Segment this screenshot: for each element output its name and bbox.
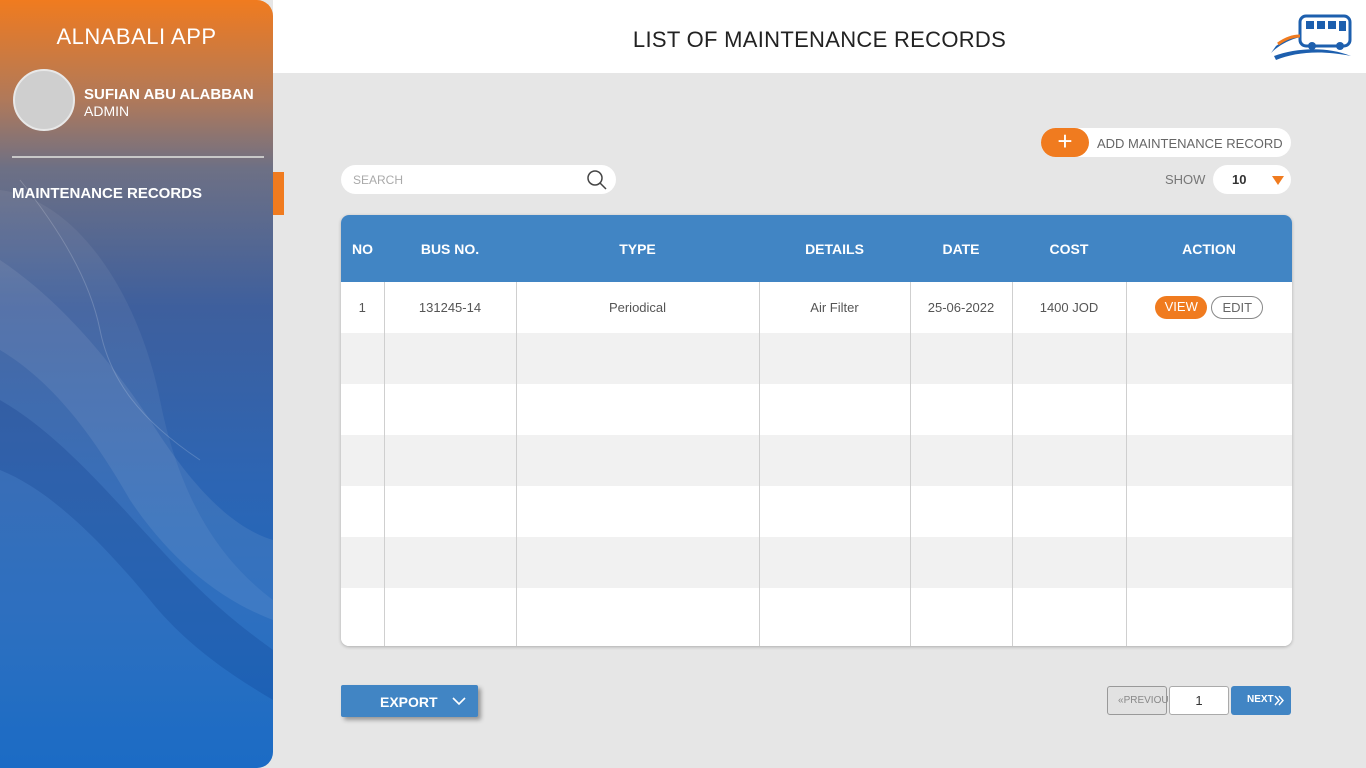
header: LIST OF MAINTENANCE RECORDS xyxy=(273,0,1366,73)
cell-details: Air Filter xyxy=(758,282,910,333)
search-box xyxy=(341,165,616,194)
export-label: EXPORT xyxy=(380,694,438,710)
cell-date: 25-06-2022 xyxy=(909,282,1012,333)
column-header-action: ACTION xyxy=(1182,240,1236,257)
edit-button[interactable]: EDIT xyxy=(1211,296,1264,319)
dropdown-arrow-icon xyxy=(1272,176,1284,185)
page-size-select[interactable]: 10 xyxy=(1213,165,1291,194)
table-header-row: NO BUS NO. TYPE DETAILS DATE COST ACTION xyxy=(341,215,1292,282)
previous-label: «PREVIOUS xyxy=(1118,695,1176,706)
sidebar-item-maintenance-records[interactable]: MAINTENANCE RECORDS xyxy=(12,185,202,202)
table-row-empty xyxy=(341,333,1292,384)
table-row-empty xyxy=(341,486,1292,537)
page-size-value: 10 xyxy=(1232,172,1247,187)
add-record-label: ADD MAINTENANCE RECORD xyxy=(1097,136,1283,151)
next-button[interactable]: NEXT xyxy=(1231,686,1291,715)
table-row-empty xyxy=(341,537,1292,588)
table-row-empty xyxy=(341,384,1292,435)
user-name: SUFIAN ABU ALABBAN xyxy=(84,86,254,103)
column-header-bus-no[interactable]: BUS NO. xyxy=(384,215,516,282)
show-label: SHOW xyxy=(1165,172,1206,187)
plus-icon: + xyxy=(1041,128,1089,157)
cell-action: VIEW EDIT xyxy=(1125,282,1292,333)
cell-no: 1 xyxy=(358,300,366,315)
search-icon[interactable] xyxy=(586,169,608,191)
active-nav-indicator xyxy=(273,172,284,215)
export-button[interactable]: EXPORT xyxy=(341,685,478,717)
double-chevron-right-icon xyxy=(1274,695,1284,706)
view-button[interactable]: VIEW xyxy=(1155,296,1208,319)
column-header-cost[interactable]: COST xyxy=(1012,215,1126,282)
table-row-empty xyxy=(341,435,1292,486)
column-header-date[interactable]: DATE xyxy=(910,215,1012,282)
search-input[interactable] xyxy=(353,171,583,189)
page-title: LIST OF MAINTENANCE RECORDS xyxy=(632,27,1007,52)
maintenance-table: NO BUS NO. TYPE DETAILS DATE COST ACTION… xyxy=(341,215,1292,646)
column-header-details[interactable]: DETAILS xyxy=(759,215,910,282)
cell-type: Periodical xyxy=(515,282,759,333)
sidebar-divider xyxy=(12,156,264,158)
table-row[interactable]: 1 131245-14 Periodical Air Filter 25-06-… xyxy=(341,282,1292,333)
column-header-no[interactable]: NO xyxy=(341,215,384,282)
cell-bus-no: 131245-14 xyxy=(383,282,516,333)
column-header-type[interactable]: TYPE xyxy=(516,215,759,282)
table-row-empty xyxy=(341,588,1292,646)
previous-button[interactable]: «PREVIOUS xyxy=(1107,686,1175,715)
add-maintenance-record-button[interactable]: + ADD MAINTENANCE RECORD xyxy=(1041,128,1291,157)
next-label: NEXT xyxy=(1247,694,1274,705)
avatar[interactable] xyxy=(13,69,75,131)
cell-cost: 1400 JOD xyxy=(1011,282,1126,333)
sidebar: ALNABALI APP SUFIAN ABU ALABBAN ADMIN MA… xyxy=(0,0,273,768)
user-role: ADMIN xyxy=(84,103,130,119)
chevron-down-icon xyxy=(452,697,466,706)
app-title: ALNABALI APP xyxy=(56,24,217,49)
company-logo xyxy=(1271,14,1352,60)
page-number-input[interactable]: 1 xyxy=(1169,686,1229,715)
